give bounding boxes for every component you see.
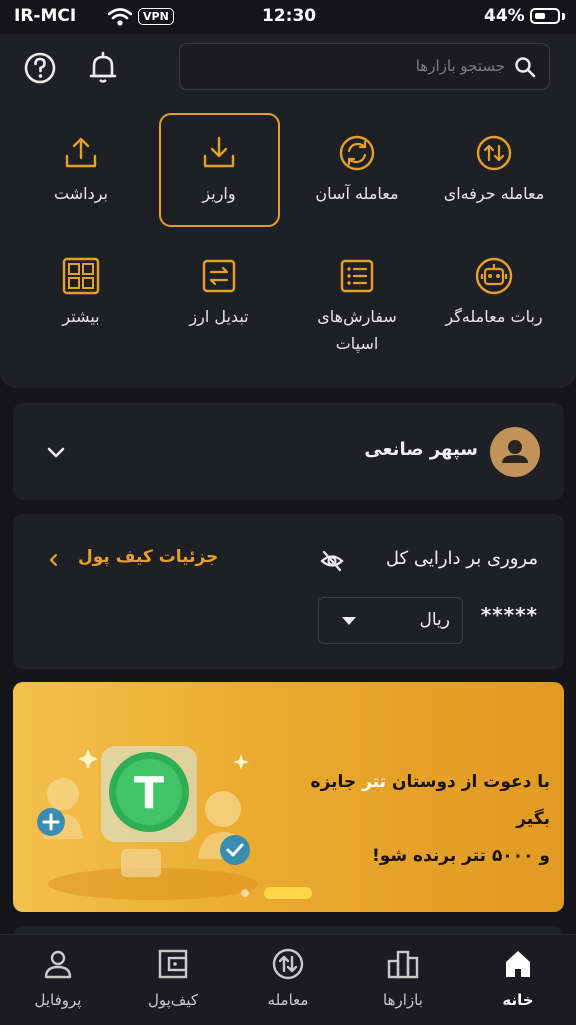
clock: 12:30 xyxy=(262,6,317,26)
nav-label: کیف‌پول xyxy=(147,991,199,1009)
carousel-dot[interactable] xyxy=(241,889,249,897)
action-label: معامله آسان xyxy=(315,184,399,203)
carousel-dot-active[interactable] xyxy=(264,887,312,899)
masked-balance: ***** xyxy=(480,603,538,627)
tether-logo-text: T xyxy=(134,768,164,819)
action-label: واریز xyxy=(202,184,236,203)
nav-label: پروفایل xyxy=(34,991,82,1009)
nav-label: بازارها xyxy=(383,991,423,1009)
battery-icon xyxy=(530,8,560,24)
wifi-icon xyxy=(108,8,132,26)
bell-icon[interactable] xyxy=(83,48,123,88)
profile-icon xyxy=(44,950,72,979)
status-bar: IR-MCI VPN 12:30 44% xyxy=(0,0,576,34)
wallet-icon xyxy=(158,949,188,979)
action-deposit[interactable]: واریز xyxy=(158,130,280,207)
banner-highlight: تتر xyxy=(362,772,387,792)
user-icon xyxy=(502,440,528,463)
convert-icon xyxy=(202,259,236,293)
action-label: معامله حرفه‌ای xyxy=(443,184,545,203)
nav-home[interactable]: خانه xyxy=(468,946,568,1009)
currency-value: ریال xyxy=(419,610,450,630)
user-card[interactable] xyxy=(13,403,564,500)
currency-select[interactable]: ریال xyxy=(318,597,463,644)
action-label: سفارش‌های xyxy=(317,307,397,326)
easy-trade-icon xyxy=(339,135,375,171)
nav-label: معامله xyxy=(267,991,309,1009)
help-icon[interactable] xyxy=(20,48,60,88)
caret-down-icon xyxy=(342,617,356,625)
assets-title: مروری بر دارایی کل xyxy=(385,548,538,569)
search-input[interactable]: جستجو بازارها xyxy=(179,43,550,90)
action-label: ربات معامله‌گر xyxy=(445,307,543,326)
banner-line1-prefix: با دعوت از دوستان xyxy=(391,772,550,792)
action-label: برداشت xyxy=(54,184,108,203)
nav-wallet[interactable]: کیف‌پول xyxy=(123,946,223,1009)
action-label-line2: اسپات xyxy=(335,334,379,353)
trade-icon xyxy=(272,948,304,980)
wallet-details-label[interactable]: جزئیات کیف پول xyxy=(78,547,218,567)
banner-line1: با دعوت از دوستان تتر جایزه بگیر xyxy=(280,764,550,838)
search-icon xyxy=(515,57,536,78)
withdraw-icon xyxy=(65,137,97,168)
action-easy-trade[interactable]: معامله آسان xyxy=(296,130,418,207)
battery-tip xyxy=(562,13,565,20)
nav-markets[interactable]: بازارها xyxy=(353,946,453,1009)
chevron-down-icon[interactable] xyxy=(44,440,68,464)
action-withdraw[interactable]: برداشت xyxy=(20,130,142,207)
action-pro-trade[interactable]: معامله حرفه‌ای xyxy=(433,130,555,207)
search-placeholder: جستجو بازارها xyxy=(415,57,505,75)
more-grid-icon xyxy=(62,257,100,295)
nav-profile[interactable]: پروفایل xyxy=(8,946,108,1009)
home-icon xyxy=(506,951,530,977)
carrier-label: IR-MCI xyxy=(14,6,77,26)
robot-icon xyxy=(475,257,513,295)
tether-illustration-icon: T xyxy=(37,746,258,900)
action-more[interactable]: بیشتر xyxy=(20,253,142,330)
action-spot-orders[interactable]: سفارش‌های اسپات xyxy=(296,253,418,357)
orders-icon xyxy=(340,259,374,293)
pro-trade-icon xyxy=(476,135,512,171)
markets-icon xyxy=(387,950,419,979)
avatar xyxy=(490,427,540,477)
deposit-icon xyxy=(203,136,235,168)
action-label: بیشتر xyxy=(62,307,100,326)
assets-card xyxy=(13,514,564,669)
user-name: سپهر صانعی xyxy=(364,439,478,460)
battery-fill xyxy=(535,13,545,19)
banner-line2: و ۵۰۰۰ تتر برنده شو! xyxy=(372,846,550,866)
nav-label: خانه xyxy=(502,991,534,1009)
action-convert[interactable]: تبدیل ارز xyxy=(158,253,280,330)
vpn-badge: VPN xyxy=(138,8,174,25)
banner-text: با دعوت از دوستان تتر جایزه بگیر و ۵۰۰۰ … xyxy=(280,764,550,875)
chevron-left-icon xyxy=(49,553,58,567)
battery-percent: 44% xyxy=(484,6,525,26)
action-label: تبدیل ارز xyxy=(189,307,249,326)
nav-trade[interactable]: معامله xyxy=(238,946,338,1009)
action-robot[interactable]: ربات معامله‌گر xyxy=(433,253,555,330)
eye-off-icon[interactable] xyxy=(319,548,345,574)
